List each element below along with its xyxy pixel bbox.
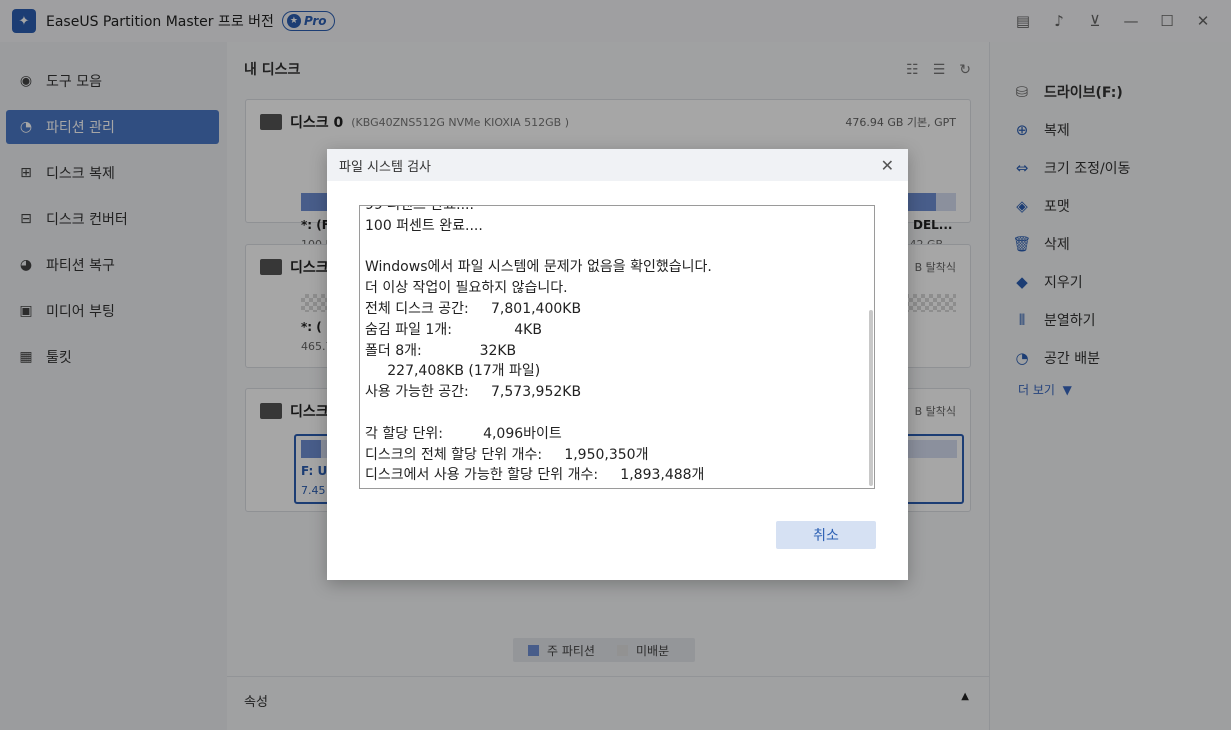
dialog-close-icon[interactable]: ✕ <box>881 156 894 175</box>
log-line: 전체 디스크 공간: 7,801,400KB <box>365 300 582 317</box>
log-line: 폴더 8개: 32KB <box>365 342 517 359</box>
log-line: 각 할당 단위: 4,096바이트 <box>365 425 562 442</box>
log-line: 더 이상 작업이 필요하지 않습니다. <box>365 280 568 297</box>
log-line: Windows에서 파일 시스템에 문제가 없음을 확인했습니다. <box>365 259 712 276</box>
file-system-check-dialog: 파일 시스템 검사 ✕ 99 퍼센트 완료.... 100 퍼센트 완료.... … <box>327 149 908 580</box>
log-line: 99 퍼센트 완료.... <box>365 205 474 213</box>
log-line: 100 퍼센트 완료.... <box>365 217 483 234</box>
log-line: 디스크의 전체 할당 단위 개수: 1,950,350개 <box>365 446 649 463</box>
log-line: 디스크에서 사용 가능한 할당 단위 개수: 1,893,488개 <box>365 467 705 484</box>
cancel-button[interactable]: 취소 <box>776 521 876 549</box>
log-line: 사용 가능한 공간: 7,573,952KB <box>365 384 582 401</box>
log-text: 99 퍼센트 완료.... 100 퍼센트 완료.... Windows에서 파일… <box>365 205 861 486</box>
log-line: 숨김 파일 1개: 4KB <box>365 321 542 338</box>
scrollbar-thumb[interactable] <box>869 310 873 486</box>
log-output[interactable]: 99 퍼센트 완료.... 100 퍼센트 완료.... Windows에서 파일… <box>359 205 875 489</box>
dialog-title: 파일 시스템 검사 <box>339 159 431 175</box>
dialog-header: 파일 시스템 검사 <box>327 149 908 181</box>
log-line: 227,408KB (17개 파일) <box>365 363 541 380</box>
